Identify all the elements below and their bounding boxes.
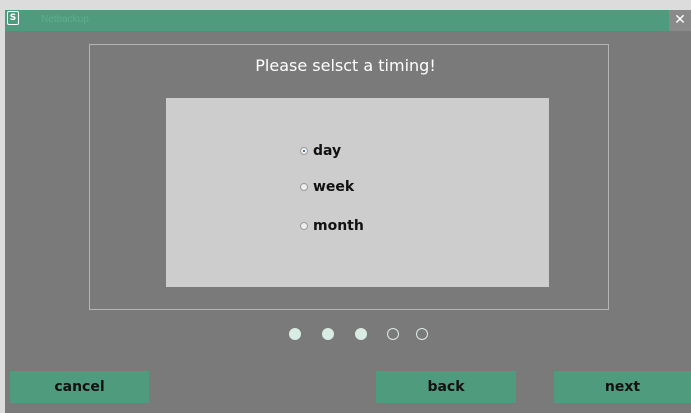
radio-month[interactable]: [300, 222, 308, 230]
option-day[interactable]: day: [300, 142, 341, 160]
radio-day[interactable]: [300, 147, 308, 155]
step-dot-4[interactable]: [387, 328, 399, 340]
step-dot-2[interactable]: [322, 328, 334, 340]
radio-week[interactable]: [300, 183, 308, 191]
step-dot-5[interactable]: [416, 328, 428, 340]
option-week[interactable]: week: [300, 178, 354, 196]
title-bar: S Netbackup: [5, 10, 669, 31]
dialog-heading: Please selsct a timing!: [255, 56, 436, 75]
next-button[interactable]: next: [554, 371, 691, 403]
app-logo-icon: S: [7, 11, 19, 25]
option-month-label: month: [313, 218, 364, 234]
close-button[interactable]: ✕: [669, 10, 691, 31]
back-button[interactable]: back: [376, 371, 516, 403]
option-day-label: day: [313, 143, 342, 159]
window-title: Netbackup: [41, 14, 89, 25]
step-dot-3[interactable]: [355, 328, 367, 340]
cancel-button[interactable]: cancel: [10, 371, 149, 403]
option-month[interactable]: month: [300, 217, 364, 235]
option-week-label: week: [313, 179, 355, 195]
timing-options-panel: day week month: [166, 98, 549, 287]
step-dot-1[interactable]: [289, 328, 301, 340]
